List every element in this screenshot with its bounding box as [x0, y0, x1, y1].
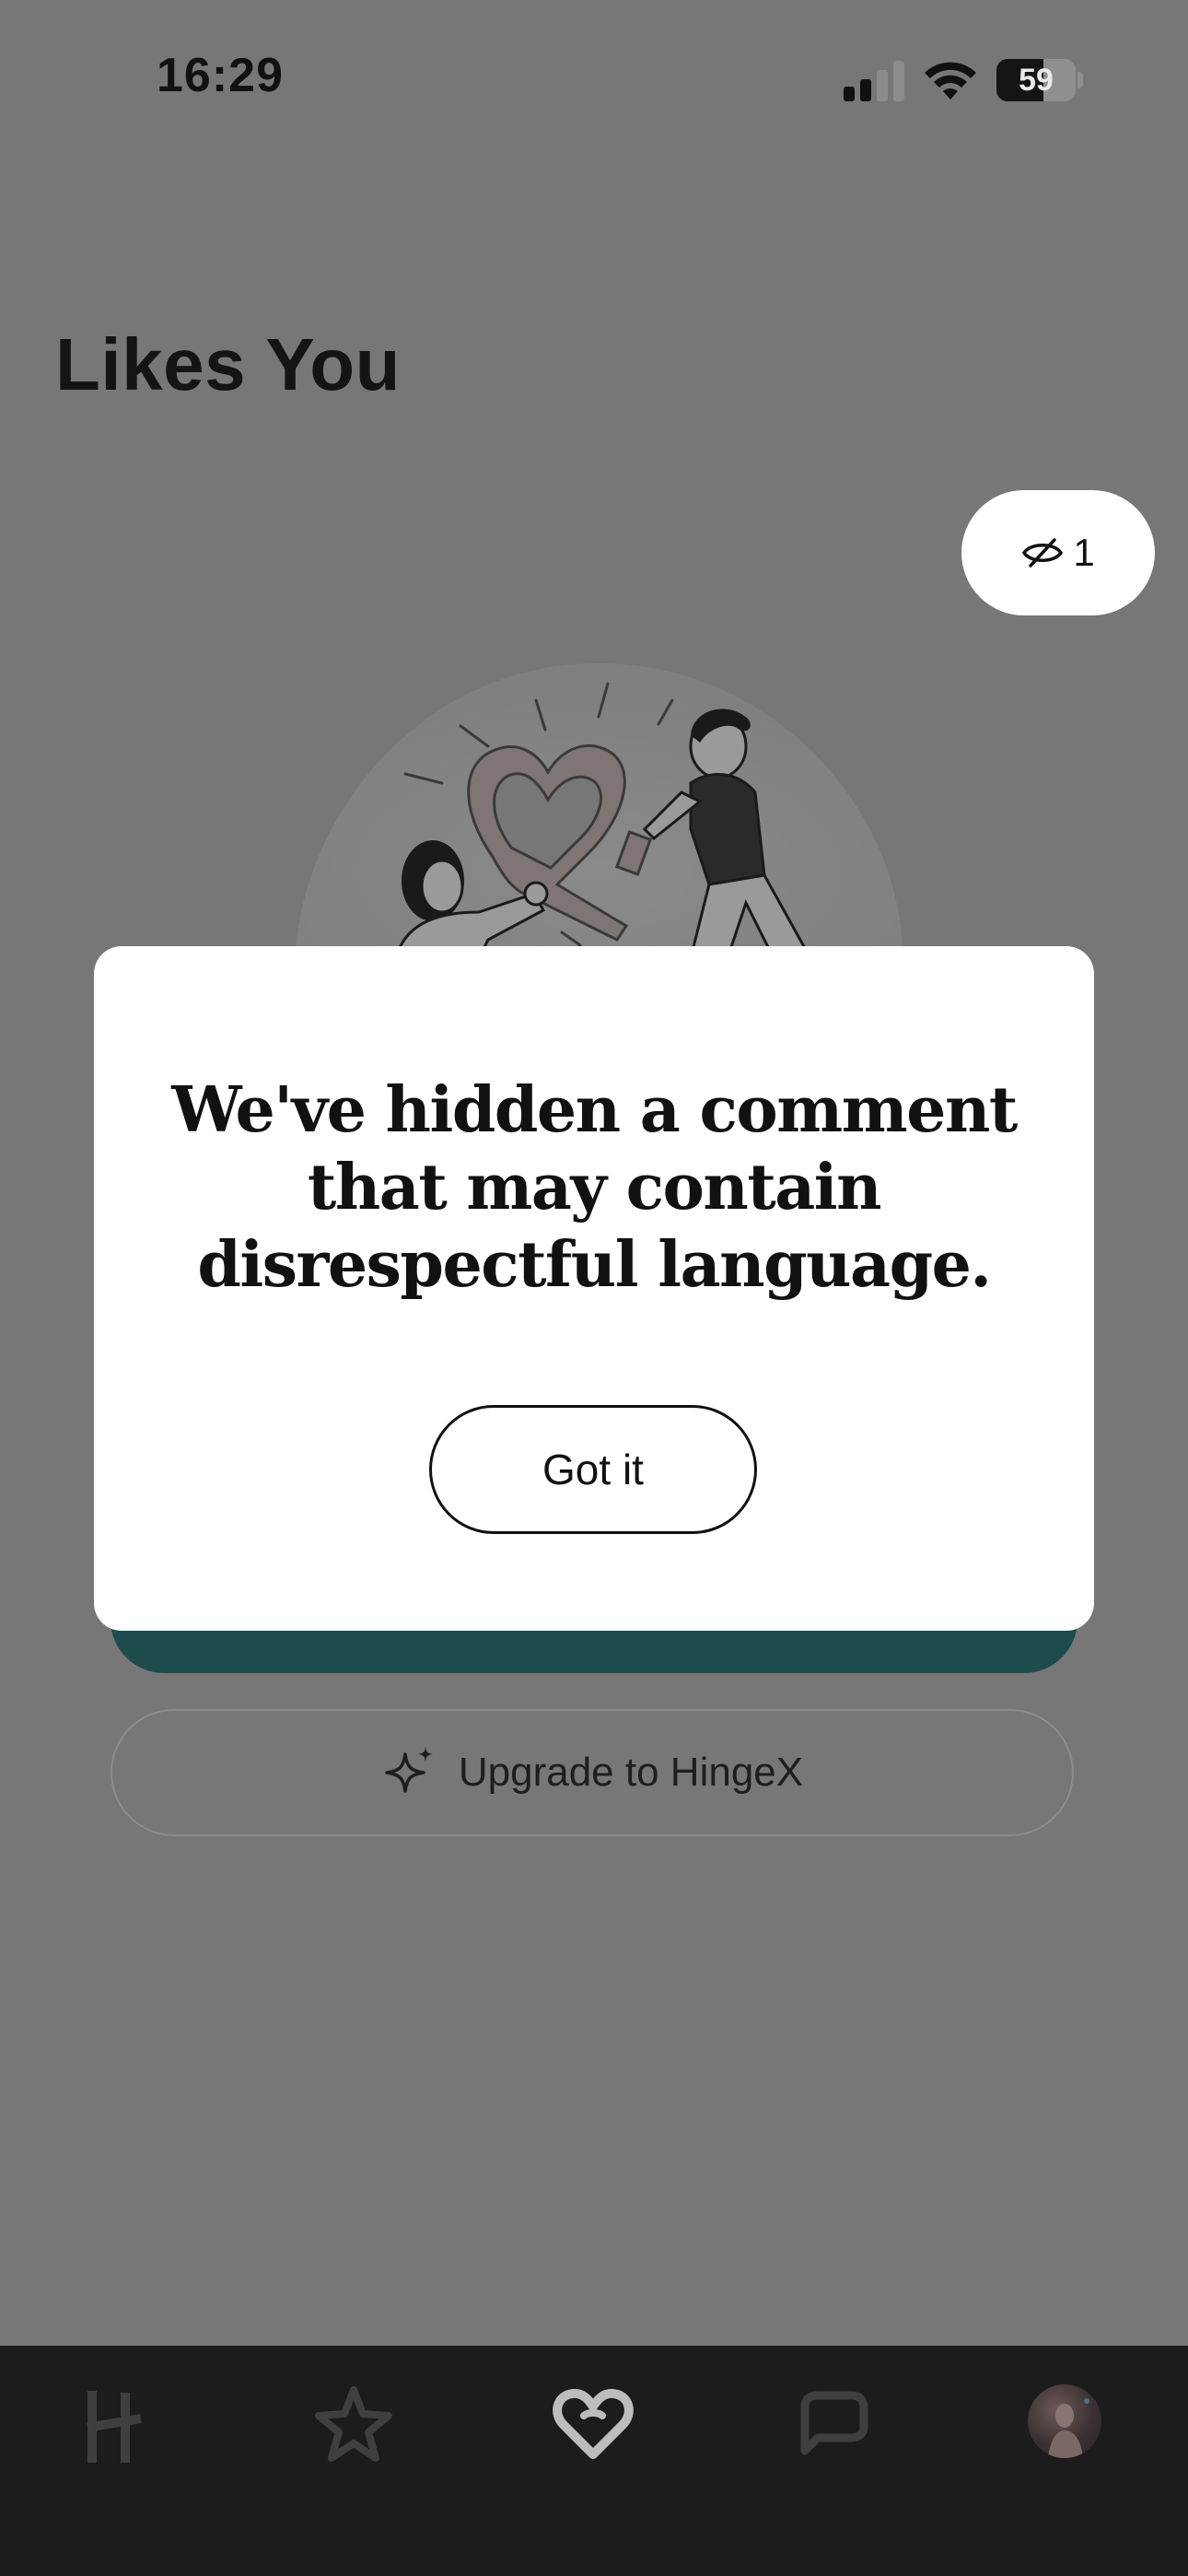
profile-avatar[interactable]: [1028, 2384, 1101, 2458]
star-icon[interactable]: [308, 2379, 400, 2471]
hidden-comment-dialog: We've hidden a comment that may contain …: [94, 946, 1094, 1631]
sparkle-icon: [385, 1747, 433, 1793]
dialog-title: We've hidden a comment that may contain …: [171, 1073, 1018, 1302]
page-title: Likes You: [55, 323, 402, 405]
couple-holding-heart-illustration: [295, 663, 903, 958]
got-it-button[interactable]: Got it: [429, 1405, 757, 1534]
eye-slash-icon: [1022, 538, 1064, 568]
bottom-tab-bar: [0, 2346, 1188, 2576]
cellular-signal-icon: [844, 61, 904, 101]
avatar-photo: [1048, 2398, 1089, 2458]
hinge-logo-icon[interactable]: [72, 2379, 164, 2471]
heart-icon[interactable]: [547, 2379, 639, 2471]
upgrade-label: Upgrade to HingeX: [458, 1750, 804, 1795]
battery-indicator: 59: [996, 59, 1085, 101]
hidden-likes-button[interactable]: 1: [961, 490, 1155, 615]
status-time: 16:29: [157, 49, 284, 102]
battery-percent: 59: [1019, 63, 1054, 98]
hidden-likes-count: 1: [1073, 531, 1095, 574]
chat-icon[interactable]: [785, 2379, 877, 2471]
wifi-icon: [925, 62, 976, 100]
upgrade-hingex-button[interactable]: Upgrade to HingeX: [111, 1709, 1074, 1836]
